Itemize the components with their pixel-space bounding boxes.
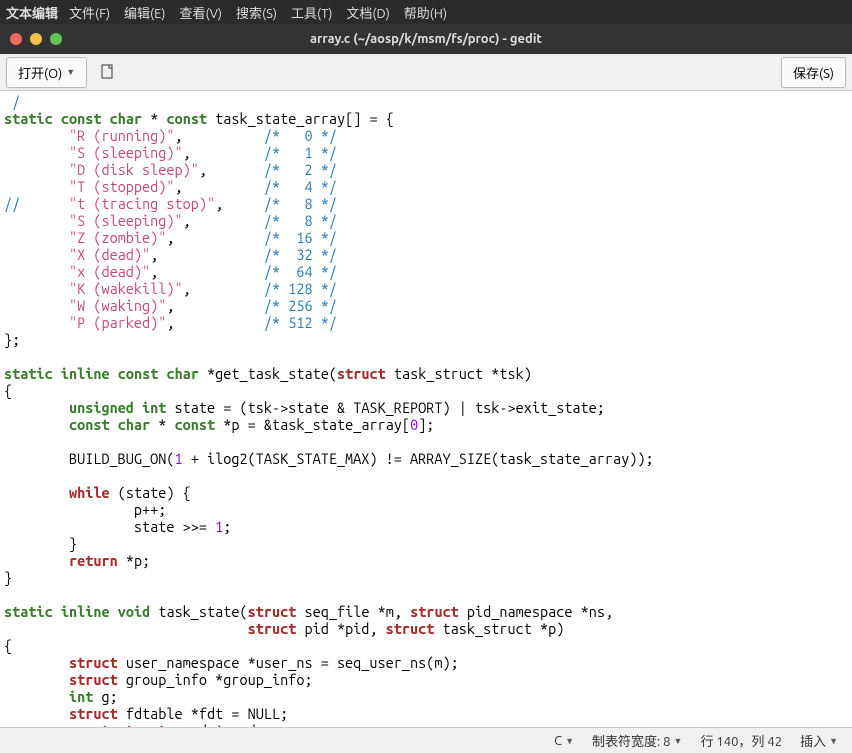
language-selector[interactable]: C ▼ — [554, 734, 574, 748]
maximize-icon[interactable] — [50, 33, 62, 45]
insert-mode-selector[interactable]: 插入 ▼ — [800, 731, 838, 750]
menu-view[interactable]: 查看(V) — [173, 3, 229, 22]
cursor-position: 行 140，列 42 — [700, 731, 782, 750]
chevron-down-icon: ▼ — [565, 736, 574, 746]
menu-search[interactable]: 搜索(S) — [229, 3, 284, 22]
tab-width-selector[interactable]: 制表符宽度: 8 ▼ — [592, 731, 682, 750]
menu-bar: 文本编辑 文件(F) 编辑(E) 查看(V) 搜索(S) 工具(T) 文档(D)… — [0, 0, 852, 24]
open-button[interactable]: 打开(O) ▼ — [6, 57, 87, 88]
new-tab-button[interactable] — [93, 56, 123, 88]
code-comment: / — [4, 93, 20, 110]
save-label: 保存(S) — [793, 63, 834, 82]
menu-docs[interactable]: 文档(D) — [339, 3, 396, 22]
chevron-down-icon: ▼ — [829, 736, 838, 746]
menu-edit[interactable]: 编辑(E) — [117, 3, 172, 22]
app-name: 文本编辑 — [6, 3, 58, 22]
code-editor[interactable]: / static const char * const task_state_a… — [0, 91, 852, 731]
menu-help[interactable]: 帮助(H) — [397, 3, 454, 22]
toolbar: 打开(O) ▼ 保存(S) — [0, 54, 852, 91]
new-document-icon — [100, 64, 116, 80]
title-bar: array.c (~/aosp/k/msm/fs/proc) - gedit — [0, 24, 852, 54]
status-bar: C ▼ 制表符宽度: 8 ▼ 行 140，列 42 插入 ▼ — [0, 727, 852, 753]
menu-tools[interactable]: 工具(T) — [284, 3, 339, 22]
save-button[interactable]: 保存(S) — [781, 57, 846, 88]
window-title: array.c (~/aosp/k/msm/fs/proc) - gedit — [310, 32, 542, 46]
chevron-down-icon: ▼ — [66, 67, 75, 77]
minimize-icon[interactable] — [30, 33, 42, 45]
close-icon[interactable] — [10, 33, 22, 45]
open-label: 打开(O) — [18, 63, 62, 82]
chevron-down-icon: ▼ — [674, 736, 683, 746]
window-controls[interactable] — [10, 33, 62, 45]
menu-file[interactable]: 文件(F) — [62, 3, 117, 22]
